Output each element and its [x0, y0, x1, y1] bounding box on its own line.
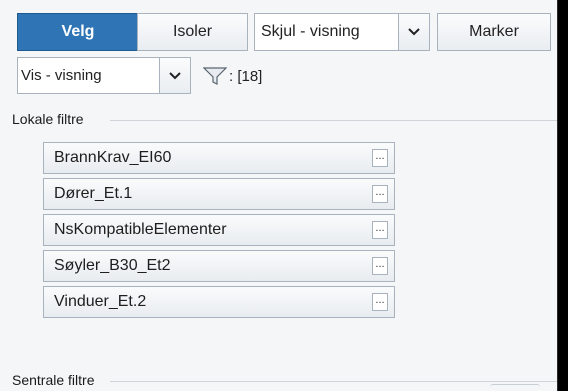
show-view-dropdown[interactable]: Vis - visning: [17, 57, 191, 94]
chevron-down-icon: [169, 71, 181, 79]
central-filters-content-edge: [490, 384, 540, 391]
app-window: Velg Isoler Skjul - visning Marker Vis -…: [0, 0, 568, 391]
local-filters-divider: [110, 120, 557, 121]
filter-options-button[interactable]: ...: [372, 185, 388, 203]
select-button[interactable]: Velg: [17, 13, 139, 51]
filter-options-button[interactable]: ...: [372, 293, 388, 311]
filter-options-button[interactable]: ...: [372, 257, 388, 275]
funnel-icon: [203, 67, 227, 85]
filter-item-label: Dører_Et.1: [54, 185, 133, 202]
filter-item-label: BrannKrav_EI60: [54, 149, 172, 166]
select-button-label: Velg: [61, 23, 95, 40]
filter-indicator[interactable]: : [18]: [203, 64, 262, 88]
hide-view-value: Skjul - visning: [261, 23, 360, 40]
central-filters-title: Sentrale filtre: [12, 372, 99, 388]
central-filters-divider: [110, 381, 557, 382]
filter-item-label: Vinduer_Et.2: [54, 293, 147, 310]
filter-item-label: NsKompatibleElementer: [54, 221, 227, 238]
local-filter-item[interactable]: Dører_Et.1 ...: [43, 178, 395, 210]
local-filter-item[interactable]: Vinduer_Et.2 ...: [43, 286, 395, 318]
local-filters-title: Lokale filtre: [12, 111, 88, 127]
mark-button[interactable]: Marker: [437, 13, 551, 51]
mark-button-label: Marker: [469, 23, 519, 40]
filter-count: : [18]: [229, 67, 263, 85]
local-filter-item[interactable]: BrannKrav_EI60 ...: [43, 142, 395, 174]
isolate-button-label: Isoler: [172, 23, 213, 40]
hide-view-dropdown[interactable]: Skjul - visning: [254, 13, 430, 51]
filter-item-label: Søyler_B30_Et2: [54, 257, 171, 274]
filter-options-button[interactable]: ...: [372, 149, 388, 167]
isolate-button[interactable]: Isoler: [137, 13, 248, 51]
local-filter-list: BrannKrav_EI60 ... Dører_Et.1 ... NsKomp…: [43, 142, 395, 322]
local-filter-item[interactable]: NsKompatibleElementer ...: [43, 214, 395, 246]
filter-panel: Velg Isoler Skjul - visning Marker Vis -…: [0, 0, 558, 391]
filter-options-button[interactable]: ...: [372, 221, 388, 239]
show-view-dropdown-toggle[interactable]: [159, 58, 190, 93]
local-filter-item[interactable]: Søyler_B30_Et2 ...: [43, 250, 395, 282]
chevron-down-icon: [408, 28, 420, 36]
hide-view-dropdown-toggle[interactable]: [398, 14, 429, 50]
show-view-value: Vis - visning: [21, 67, 102, 84]
